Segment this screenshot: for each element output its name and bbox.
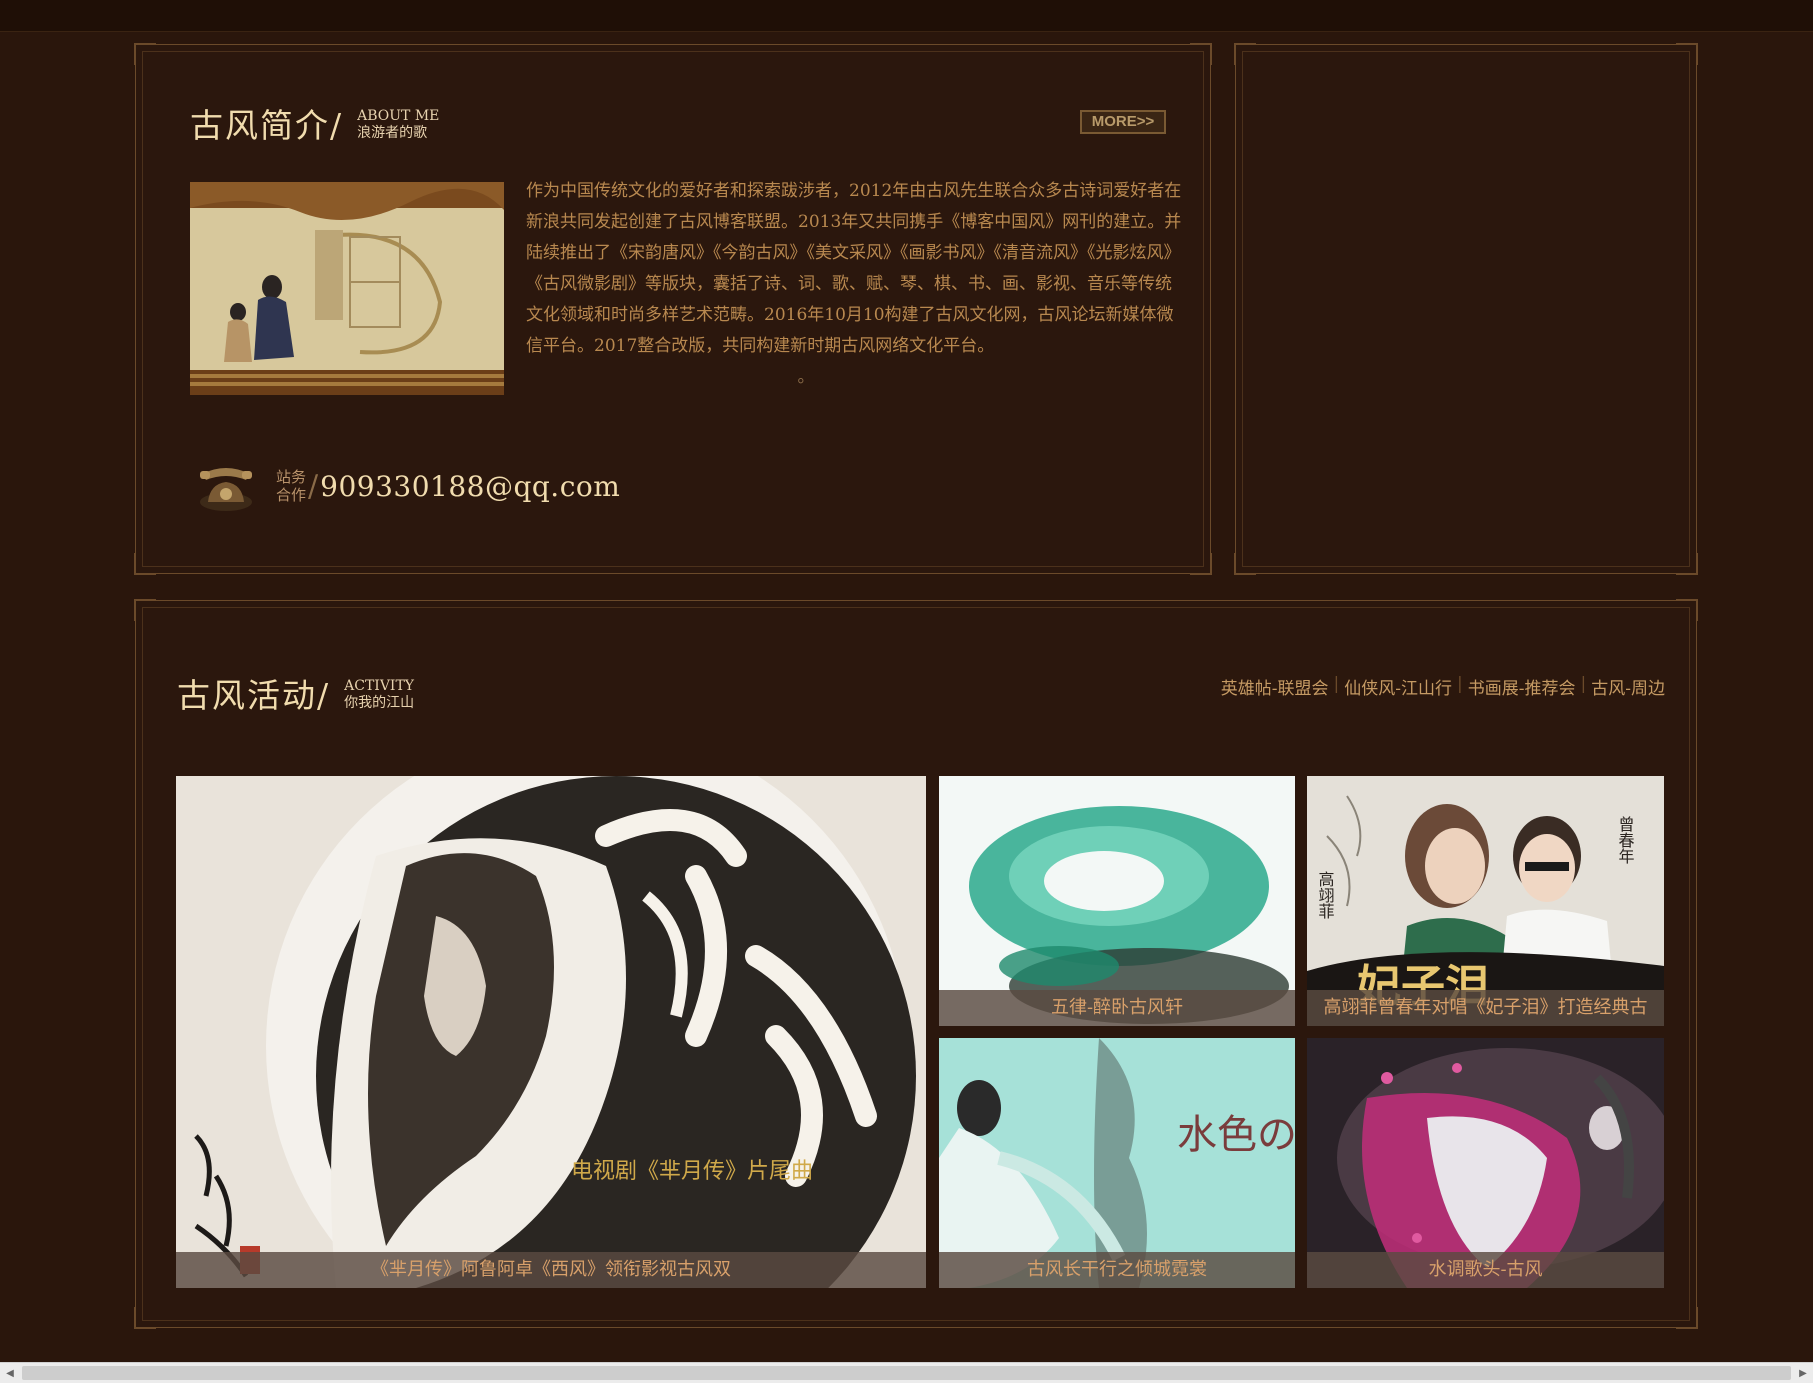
feizilei-name-right: 曾春年 [1616,816,1635,864]
activity-tile-caption: 水调歌头-古风 [1307,1252,1664,1288]
top-band [0,0,1813,32]
activity-subtitle-en: ACTIVITY [344,678,415,694]
activity-subtitle-cn: 你我的江山 [344,695,415,711]
activity-tile-xifeng[interactable]: 电视剧《芈月传》片尾曲 《芈月传》阿鲁阿卓《西风》领衔影视古风双 [176,776,926,1288]
about-title: 古风简介/ [190,106,344,145]
wulv-poster [939,776,1295,1026]
activity-tile-wulv[interactable]: 五律-醉卧古风轩 [939,776,1295,1026]
scrollbar-thumb[interactable] [22,1366,1791,1380]
about-subtitle-en: ABOUT ME [357,108,440,124]
shuidiao-poster [1307,1038,1664,1288]
activity-link-xianxia[interactable]: 仙侠风-江山行 [1344,674,1452,699]
contact-email[interactable]: 909330188@qq.com [320,470,620,503]
scroll-left-icon[interactable]: ◀ [3,1367,17,1381]
xifeng-poster-text: 电视剧《芈月传》片尾曲 [571,1159,813,1184]
activity-tile-feizilei[interactable]: 妃子泪 高翊菲 曾春年 高翊菲曾春年对唱《妃子泪》打造经典古 [1307,776,1664,1026]
contact-label-1: 站务 [276,468,307,486]
feizilei-name-left: 高翊菲 [1316,871,1335,919]
qingcheng-poster-text: 水色の诗 [1177,1112,1295,1158]
scroll-right-icon[interactable]: ▶ [1796,1367,1810,1381]
contact-row: 站务 合作 / 909330188@qq.com [196,458,620,514]
contact-slash: / [308,468,319,504]
about-paragraph: 作为中国传统文化的爱好者和探索跋涉者，2012年由古风先生联合众多古诗词爱好者在… [526,176,1186,393]
activity-link-painting[interactable]: 书画展-推荐会 [1468,674,1576,699]
activity-tile-caption: 古风长干行之倾城霓裳 [939,1252,1295,1288]
activity-link-merch[interactable]: 古风-周边 [1591,674,1665,699]
activity-title: 古风活动/ [177,676,331,715]
about-heading: 古风简介/ ABOUT ME 浪游者的歌 [190,108,439,142]
feizilei-poster: 妃子泪 高翊菲 曾春年 [1307,776,1664,1026]
activity-tile-caption: 五律-醉卧古风轩 [939,990,1295,1026]
qingcheng-poster: 水色の诗 [939,1038,1295,1288]
about-more-button[interactable]: MORE>> [1080,110,1166,134]
activity-tile-shuidiao[interactable]: 水调歌头-古风 [1307,1038,1664,1288]
activity-tile-caption: 《芈月传》阿鲁阿卓《西风》领衔影视古风双 [176,1252,926,1288]
activity-links: 英雄帖-联盟会 | 仙侠风-江山行 | 书画展-推荐会 | 古风-周边 [1220,674,1665,699]
activity-tile-caption: 高翊菲曾春年对唱《妃子泪》打造经典古 [1307,990,1664,1026]
about-image [190,182,504,395]
horizontal-scrollbar[interactable]: ◀ ▶ [0,1362,1813,1383]
activity-heading: 古风活动/ ACTIVITY 你我的江山 [177,678,414,712]
phone-icon [196,458,256,514]
activity-tile-qingcheng[interactable]: 水色の诗 古风长干行之倾城霓裳 [939,1038,1295,1288]
side-panel [1234,43,1698,575]
activity-link-hero[interactable]: 英雄帖-联盟会 [1221,674,1329,699]
xifeng-poster: 电视剧《芈月传》片尾曲 [176,776,926,1288]
about-end-dot: 。 [797,367,815,387]
contact-label-2: 合作 [276,486,307,504]
about-subtitle-cn: 浪游者的歌 [357,125,428,141]
